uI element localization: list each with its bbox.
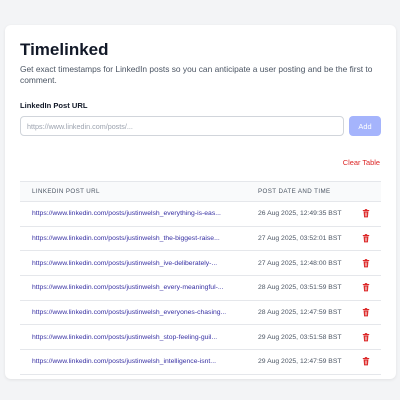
row-url-cell: https://www.linkedin.com/posts/justinwel…	[20, 226, 246, 252]
page-title: Timelinked	[20, 40, 109, 59]
page-subtitle: Get exact timestamps for LinkedIn posts …	[20, 64, 373, 85]
trash-icon	[362, 209, 370, 218]
delete-button[interactable]	[351, 201, 381, 227]
row-url-cell: https://www.linkedin.com/posts/justinwel…	[20, 324, 246, 351]
post-url-link[interactable]: https://www.linkedin.com/posts/justinwel…	[32, 358, 237, 365]
clear-table-button[interactable]: Clear Table	[343, 158, 380, 167]
table-row: https://www.linkedin.com/posts/justinwel…	[20, 349, 381, 375]
input-row: Add	[20, 116, 381, 136]
post-url-link[interactable]: https://www.linkedin.com/posts/justinwel…	[32, 260, 237, 267]
table-row: https://www.linkedin.com/posts/justinwel…	[20, 201, 381, 227]
row-date: 29 Aug 2025, 12:47:59 BST	[246, 349, 351, 375]
post-url-link[interactable]: https://www.linkedin.com/posts/justinwel…	[32, 210, 237, 217]
row-date: 27 Aug 2025, 12:48:00 BST	[246, 250, 351, 277]
clear-row: Clear Table	[20, 152, 381, 170]
url-field-label: LinkedIn Post URL	[20, 101, 88, 110]
row-date: 29 Aug 2025, 03:51:58 BST	[246, 324, 351, 351]
table-row: https://www.linkedin.com/posts/justinwel…	[20, 275, 381, 301]
row-date: 27 Aug 2025, 03:52:01 BST	[246, 226, 351, 252]
delete-button[interactable]	[351, 349, 381, 375]
post-url-link[interactable]: https://www.linkedin.com/posts/justinwel…	[32, 235, 237, 242]
trash-icon	[362, 283, 370, 292]
header-url: LinkedIn Post URL	[20, 181, 246, 202]
post-url-link[interactable]: https://www.linkedin.com/posts/justinwel…	[32, 334, 237, 341]
row-url-cell: https://www.linkedin.com/posts/justinwel…	[20, 300, 246, 326]
trash-icon	[362, 357, 370, 366]
post-url-link[interactable]: https://www.linkedin.com/posts/justinwel…	[32, 284, 237, 291]
delete-button[interactable]	[351, 275, 381, 301]
post-url-link[interactable]: https://www.linkedin.com/posts/justinwel…	[32, 309, 237, 316]
add-button[interactable]: Add	[349, 116, 381, 136]
table-row: https://www.linkedin.com/posts/justinwel…	[20, 250, 381, 277]
main-card: Timelinked Get exact timestamps for Link…	[5, 25, 396, 379]
row-url-cell: https://www.linkedin.com/posts/justinwel…	[20, 201, 246, 227]
trash-icon	[362, 234, 370, 243]
table-header-row: LinkedIn Post URL Post Date and Time	[20, 181, 381, 202]
trash-icon	[362, 332, 370, 342]
row-url-cell: https://www.linkedin.com/posts/justinwel…	[20, 250, 246, 277]
row-date: 28 Aug 2025, 12:47:59 BST	[246, 300, 351, 326]
delete-button[interactable]	[351, 324, 381, 351]
delete-button[interactable]	[351, 226, 381, 252]
table-row: https://www.linkedin.com/posts/justinwel…	[20, 324, 381, 351]
header-date: Post Date and Time	[246, 181, 351, 202]
trash-icon	[362, 308, 370, 317]
delete-button[interactable]	[351, 300, 381, 326]
table-row: https://www.linkedin.com/posts/justinwel…	[20, 300, 381, 326]
table-row: https://www.linkedin.com/posts/justinwel…	[20, 226, 381, 252]
header-actions	[351, 181, 381, 202]
row-date: 28 Aug 2025, 03:51:59 BST	[246, 275, 351, 301]
row-url-cell: https://www.linkedin.com/posts/justinwel…	[20, 349, 246, 375]
url-input[interactable]	[20, 116, 344, 136]
delete-button[interactable]	[351, 250, 381, 277]
row-date: 26 Aug 2025, 12:49:35 BST	[246, 201, 351, 227]
trash-icon	[362, 258, 370, 268]
posts-table: LinkedIn Post URL Post Date and Time htt…	[20, 181, 381, 375]
row-url-cell: https://www.linkedin.com/posts/justinwel…	[20, 275, 246, 301]
